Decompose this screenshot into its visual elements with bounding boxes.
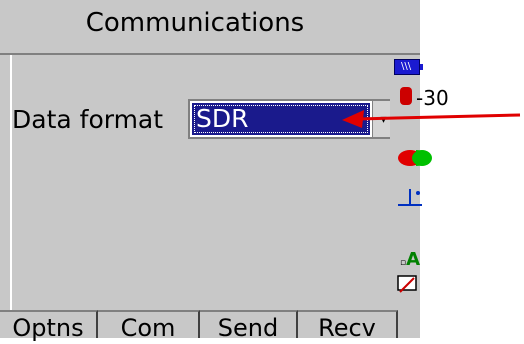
- page-title: Communications: [85, 8, 305, 38]
- softkey-optns[interactable]: Optns: [0, 310, 98, 342]
- device-screen: Communications Data format SDR ▾ \\\ -30…: [0, 0, 449, 342]
- softkey-recv[interactable]: Recv: [298, 310, 398, 342]
- softkey-com[interactable]: Com: [98, 310, 200, 342]
- red-arrow-annotation: [342, 110, 521, 128]
- edit-icon[interactable]: [396, 273, 420, 295]
- temperature-icon: [400, 87, 412, 105]
- softkey-bar: Optns Com Send Recv: [0, 310, 420, 342]
- softkey-send[interactable]: Send: [200, 310, 298, 342]
- battery-icon: \\\: [394, 59, 423, 75]
- status-bar: \\\ -30 ▫A: [390, 55, 449, 310]
- form-area: Data format SDR ▾: [10, 55, 396, 310]
- data-format-label: Data format: [12, 105, 164, 134]
- target-prism-icon[interactable]: [398, 149, 434, 167]
- tilt-icon[interactable]: [396, 185, 424, 209]
- input-mode-icon[interactable]: ▫A: [400, 249, 420, 270]
- title-bar: Communications: [0, 0, 420, 55]
